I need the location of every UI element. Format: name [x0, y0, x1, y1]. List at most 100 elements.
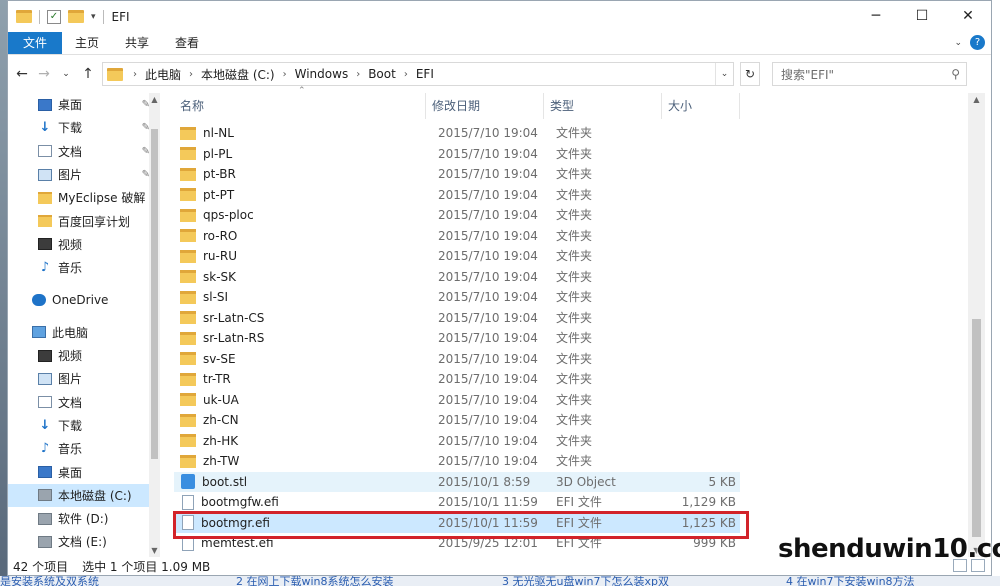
table-row[interactable]: pt-PT 2015/7/10 19:04 文件夹 — [174, 185, 740, 206]
table-row[interactable]: ro-RO 2015/7/10 19:04 文件夹 — [174, 226, 740, 247]
table-row[interactable]: pt-BR 2015/7/10 19:04 文件夹 — [174, 164, 740, 185]
sidebar-item[interactable]: 百度回享计划 — [8, 209, 160, 232]
sidebar-item[interactable]: 文档 — [8, 391, 160, 414]
column-header-date[interactable]: 修改日期 — [426, 93, 544, 119]
folder-icon — [180, 270, 196, 283]
title-bar[interactable]: ✓ ▾ EFI ─ ☐ ✕ — [8, 1, 991, 32]
sidebar-item[interactable]: 文档 ✎ — [8, 140, 160, 163]
breadcrumb-this-pc[interactable]: 此电脑 — [141, 66, 185, 83]
chevron-right-icon[interactable]: › — [279, 69, 291, 80]
file-name-cell: ro-RO — [180, 226, 237, 246]
sidebar-item[interactable]: 图片 ✎ — [8, 163, 160, 186]
sidebar-item[interactable]: ↓ 下载 — [8, 414, 160, 437]
file-date: 2015/7/10 19:04 — [438, 208, 538, 222]
scrollbar-thumb[interactable] — [151, 129, 158, 459]
breadcrumb-efi[interactable]: EFI — [412, 67, 438, 81]
table-row[interactable]: bootmgfw.efi 2015/10/1 11:59 EFI 文件 1,129 K… — [174, 492, 740, 513]
file-date: 2015/7/10 19:04 — [438, 392, 538, 407]
sidebar-item[interactable]: 桌面 ✎ — [8, 93, 160, 116]
sidebar-item[interactable]: ♪ 音乐 — [8, 437, 160, 460]
refresh-button[interactable]: ↻ — [740, 62, 760, 86]
tab-home[interactable]: 主页 — [62, 32, 112, 54]
ribbon-tabs: 文件 主页 共享 查看 ⌄ ? — [8, 32, 991, 55]
document-icon — [38, 396, 52, 409]
help-icon[interactable]: ? — [970, 35, 985, 50]
file-date: 2015/7/10 19:04 — [438, 167, 538, 181]
file-type: EFI 文件 — [556, 495, 602, 509]
search-input[interactable]: 搜索"EFI" ⚲ — [772, 62, 967, 86]
column-header-type[interactable]: 类型 — [544, 93, 662, 119]
sidebar-item[interactable]: 图片 — [8, 367, 160, 390]
sidebar-item[interactable]: 文档 (E:) — [8, 530, 160, 553]
table-row[interactable]: sl-SI 2015/7/10 19:04 文件夹 — [174, 287, 740, 308]
sidebar-item[interactable]: 视频 — [8, 233, 160, 256]
file-date: 2015/7/10 19:04 — [438, 372, 538, 386]
file-type: 3D Object — [556, 474, 616, 489]
breadcrumb-local-disk[interactable]: 本地磁盘 (C:) — [197, 66, 279, 83]
back-button[interactable]: ← — [14, 66, 30, 82]
up-button[interactable]: ↑ — [80, 66, 96, 82]
sidebar-item[interactable]: 桌面 — [8, 460, 160, 483]
chevron-right-icon[interactable]: › — [352, 69, 364, 80]
background-link: 3 无光驱无u盘win7下怎么装xp双 — [502, 576, 669, 586]
chevron-down-icon[interactable]: ⌄ — [715, 63, 733, 85]
close-button[interactable]: ✕ — [945, 1, 991, 32]
table-row[interactable]: nl-NL 2015/7/10 19:04 文件夹 — [174, 123, 740, 144]
file-name-cell: uk-UA — [180, 390, 239, 410]
sidebar-item[interactable]: ♪ 音乐 — [8, 256, 160, 279]
scrollbar-thumb[interactable] — [972, 319, 981, 537]
file-name: uk-UA — [203, 392, 239, 407]
table-row[interactable]: pl-PL 2015/7/10 19:04 文件夹 — [174, 144, 740, 165]
address-bar[interactable]: › 此电脑 › 本地磁盘 (C:) › Windows › Boot › EFI ⌄ — [102, 62, 734, 86]
search-icon[interactable]: ⚲ — [951, 67, 960, 81]
customize-toolbar-icon[interactable]: ▾ — [91, 12, 96, 22]
maximize-button[interactable]: ☐ — [899, 1, 945, 32]
sidebar-item[interactable]: ↓ 下载 ✎ — [8, 116, 160, 139]
expand-ribbon-icon[interactable]: ⌄ — [954, 38, 962, 48]
scroll-down-icon[interactable]: ▼ — [149, 546, 160, 555]
table-row[interactable]: qps-ploc 2015/7/10 19:04 文件夹 — [174, 205, 740, 226]
minimize-button[interactable]: ─ — [853, 1, 899, 32]
sidebar-item[interactable]: OneDrive — [8, 288, 160, 311]
chevron-right-icon[interactable]: › — [185, 69, 197, 80]
sidebar-item-label: 软件 (D:) — [58, 512, 109, 527]
sidebar-item[interactable]: 视频 — [8, 344, 160, 367]
table-row[interactable]: zh-HK 2015/7/10 19:04 文件夹 — [174, 431, 740, 452]
column-header-size[interactable]: 大小 — [662, 93, 740, 119]
tab-file[interactable]: 文件 — [8, 32, 62, 54]
table-row[interactable]: zh-CN 2015/7/10 19:04 文件夹 — [174, 410, 740, 431]
file-name-cell: pt-PT — [180, 185, 234, 205]
table-row[interactable]: sv-SE 2015/7/10 19:04 文件夹 — [174, 349, 740, 370]
sidebar-item[interactable]: 本地磁盘 (C:) — [8, 483, 160, 508]
forward-button[interactable]: → — [36, 66, 52, 82]
breadcrumb-windows[interactable]: Windows — [291, 67, 353, 81]
breadcrumb-boot[interactable]: Boot — [364, 67, 400, 81]
table-row[interactable]: ru-RU 2015/7/10 19:04 文件夹 — [174, 246, 740, 267]
table-row[interactable]: uk-UA 2015/7/10 19:04 文件夹 — [174, 390, 740, 411]
tab-view[interactable]: 查看 — [162, 32, 212, 54]
chevron-right-icon[interactable]: › — [400, 69, 412, 80]
tab-share[interactable]: 共享 — [112, 32, 162, 54]
recent-locations-button[interactable]: ⌄ — [58, 69, 74, 79]
table-row[interactable]: sr-Latn-RS 2015/7/10 19:04 文件夹 — [174, 328, 740, 349]
chevron-right-icon[interactable]: › — [129, 69, 141, 80]
window-title: EFI — [111, 9, 130, 24]
table-row[interactable]: boot.stl 2015/10/1 8:59 3D Object 5 KB — [174, 471, 740, 492]
sidebar-item[interactable]: 软件 (D:) — [8, 507, 160, 530]
table-row[interactable]: zh-TW 2015/7/10 19:04 文件夹 — [174, 451, 740, 472]
table-row[interactable]: sk-SK 2015/7/10 19:04 文件夹 — [174, 267, 740, 288]
sidebar-item-label: 下载 — [58, 121, 83, 136]
sidebar-item-label: 桌面 — [58, 465, 83, 480]
new-folder-icon[interactable] — [68, 10, 84, 23]
table-row[interactable]: tr-TR 2015/7/10 19:04 文件夹 — [174, 369, 740, 390]
properties-icon[interactable]: ✓ — [47, 9, 61, 24]
file-list-scrollbar[interactable]: ▲ ▼ — [968, 93, 985, 557]
navigation-scrollbar[interactable]: ▲ ▼ — [149, 93, 160, 557]
scroll-up-icon[interactable]: ▲ — [149, 95, 160, 104]
scroll-up-icon[interactable]: ▲ — [968, 95, 985, 104]
folder-icon — [180, 393, 196, 406]
sidebar-item[interactable]: 此电脑 — [8, 321, 160, 344]
sidebar-item[interactable]: MyEclipse 破解 — [8, 186, 160, 209]
table-row[interactable]: sr-Latn-CS 2015/7/10 19:04 文件夹 — [174, 308, 740, 329]
column-header-name[interactable]: 名称 — [174, 93, 426, 119]
